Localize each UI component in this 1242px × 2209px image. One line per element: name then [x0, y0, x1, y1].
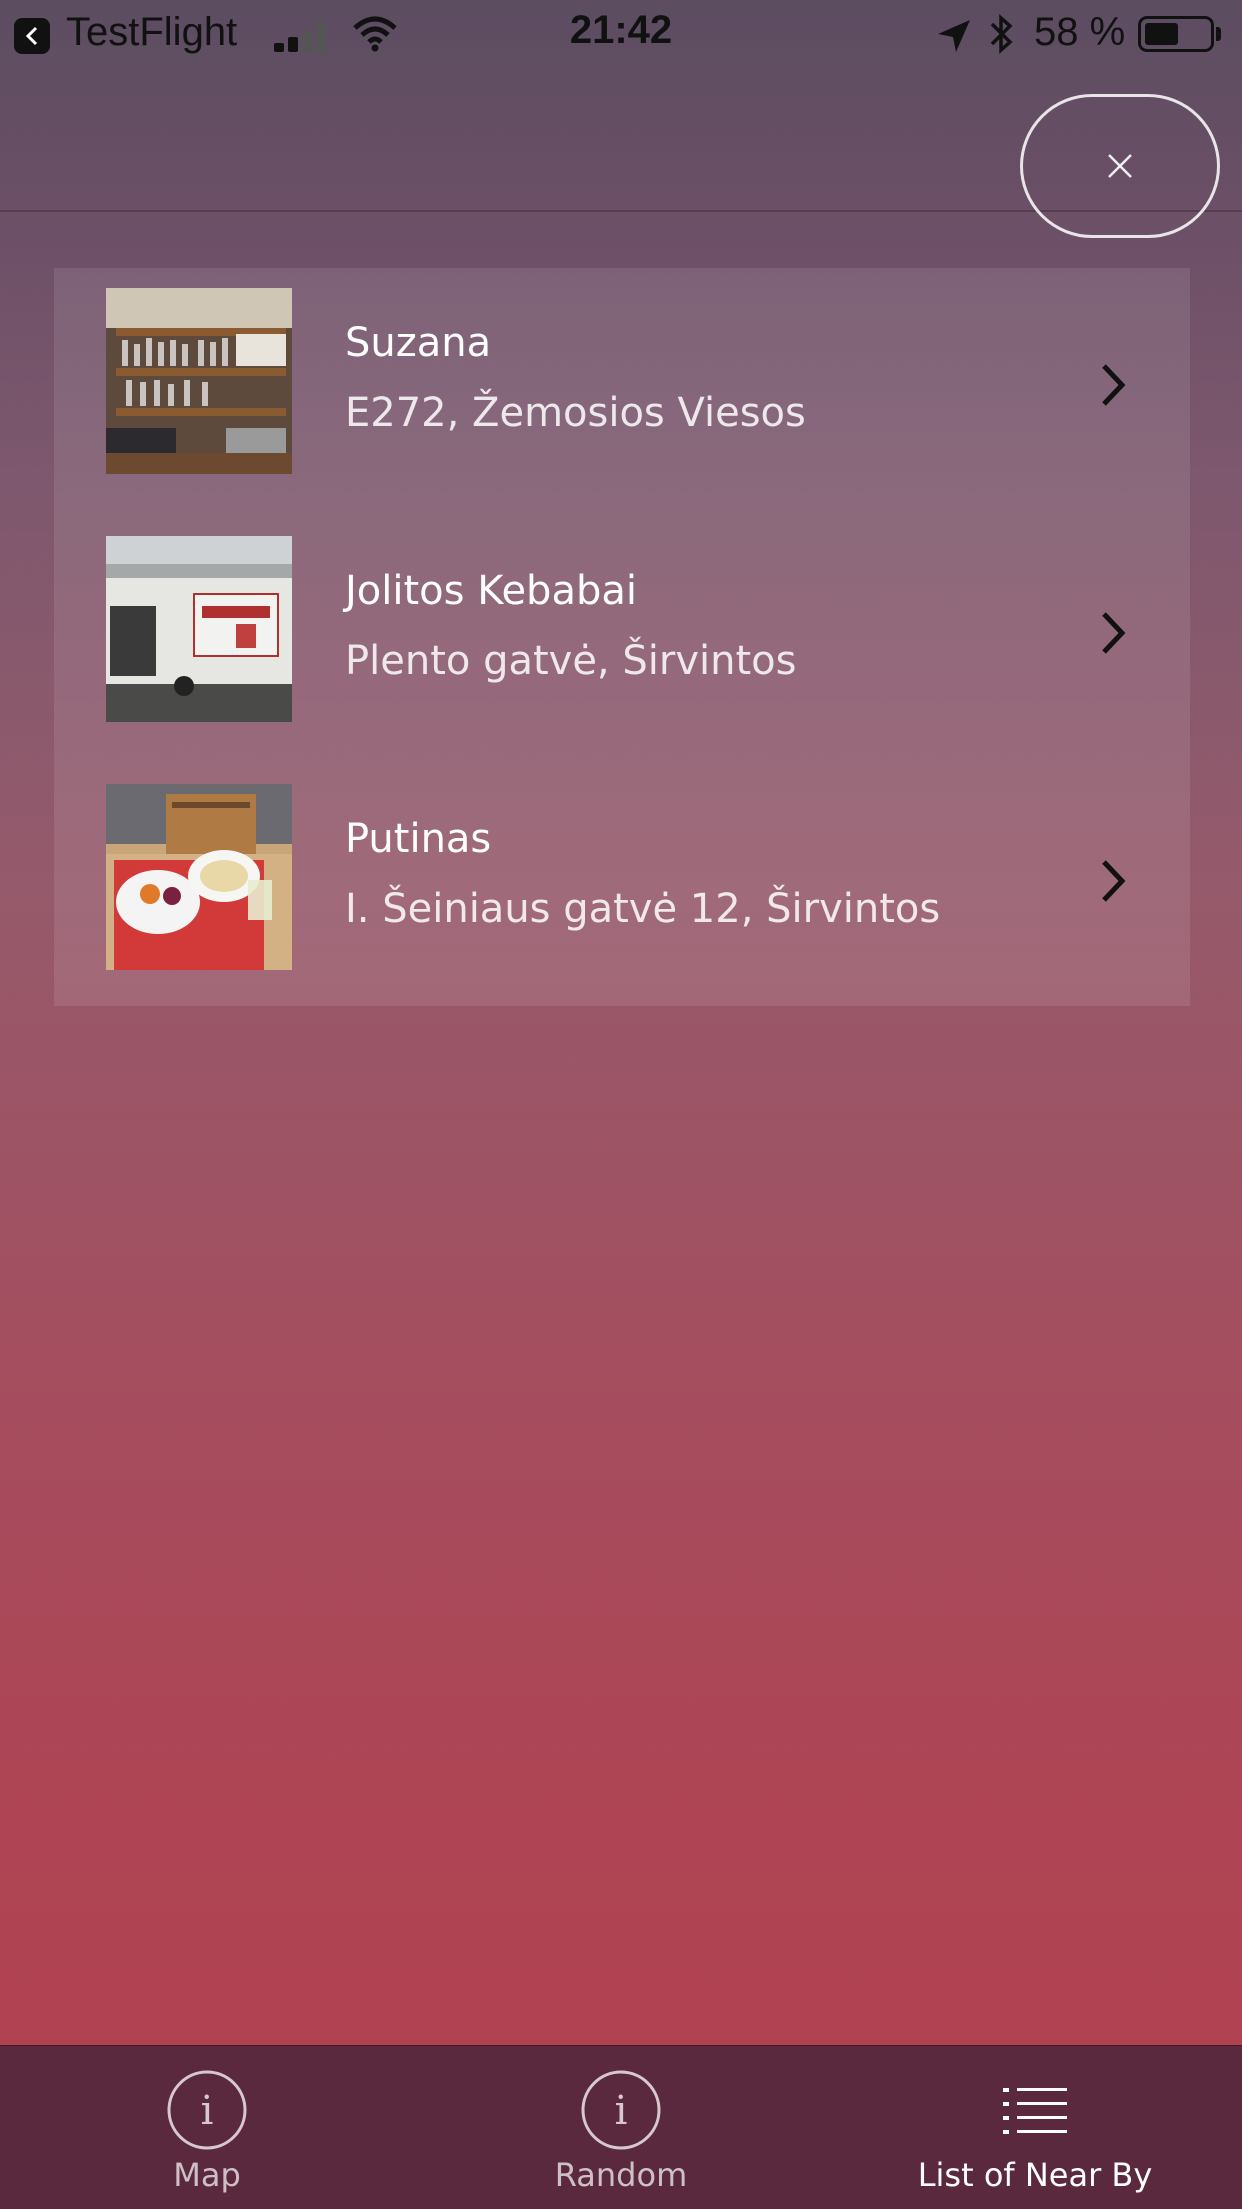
- location-arrow-icon: [936, 18, 972, 58]
- tab-map[interactable]: i Map: [0, 2046, 414, 2209]
- tab-list-of-near-by[interactable]: List of Near By: [828, 2046, 1242, 2209]
- place-address: I. Šeiniaus gatvė 12, Širvintos: [345, 886, 941, 932]
- list-item[interactable]: Putinas I. Šeiniaus gatvė 12, Širvintos: [54, 764, 1190, 1012]
- list-icon: [993, 2068, 1077, 2156]
- list-item[interactable]: Jolitos Kebabai Plento gatvė, Širvintos: [54, 516, 1190, 764]
- list-item[interactable]: Suzana E272, Žemosios Viesos: [54, 268, 1190, 516]
- svg-text:i: i: [201, 2088, 214, 2134]
- close-button[interactable]: [1020, 94, 1220, 238]
- battery-percent: 58 %: [1034, 10, 1126, 54]
- battery-icon: [1138, 16, 1214, 52]
- place-address: Plento gatvė, Širvintos: [345, 638, 797, 684]
- tab-bar: i Map i Random List of Near By: [0, 2045, 1242, 2209]
- place-photo: [106, 536, 292, 722]
- nearby-places-list: Suzana E272, Žemosios Viesos Jolitos Keb…: [54, 268, 1190, 1006]
- tab-label: List of Near By: [917, 2156, 1153, 2194]
- bluetooth-icon: [986, 14, 1016, 58]
- place-name: Jolitos Kebabai: [345, 568, 637, 614]
- status-bar: TestFlight 21:42 58 %: [0, 0, 1242, 70]
- place-name: Putinas: [345, 816, 492, 862]
- tab-label: Random: [554, 2156, 688, 2194]
- close-icon: [1108, 154, 1132, 178]
- tab-random[interactable]: i Random: [414, 2046, 828, 2209]
- chevron-right-icon: [1098, 856, 1128, 910]
- place-photo: [106, 784, 292, 970]
- svg-text:i: i: [615, 2088, 628, 2134]
- place-name: Suzana: [345, 320, 492, 366]
- battery-tip: [1216, 27, 1221, 41]
- info-icon: i: [165, 2068, 249, 2156]
- tab-label: Map: [173, 2156, 241, 2194]
- place-address: E272, Žemosios Viesos: [345, 390, 806, 436]
- chevron-right-icon: [1098, 608, 1128, 662]
- chevron-right-icon: [1098, 360, 1128, 414]
- place-photo: [106, 288, 292, 474]
- info-icon: i: [579, 2068, 663, 2156]
